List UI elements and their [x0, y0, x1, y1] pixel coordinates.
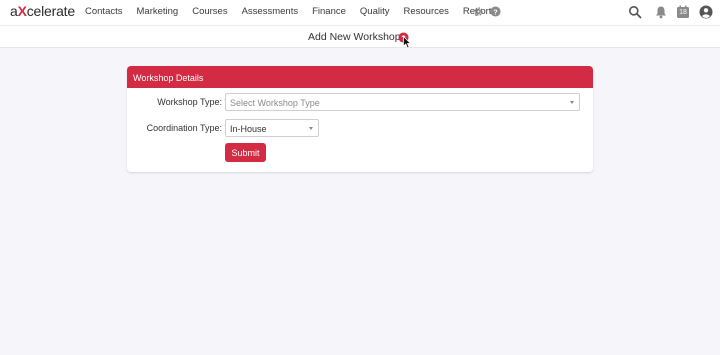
chevron-down-icon	[570, 101, 574, 104]
nav-marketing[interactable]: Marketing	[137, 6, 179, 17]
search-icon[interactable]	[628, 5, 642, 19]
mouse-cursor-icon	[403, 36, 412, 49]
svg-text:?: ?	[493, 7, 498, 16]
coordination-type-value: In-House	[230, 124, 267, 134]
nav-assessments[interactable]: Assessments	[242, 6, 299, 17]
bell-icon[interactable]	[654, 5, 668, 19]
workshop-type-select[interactable]: Select Workshop Type	[225, 93, 580, 111]
workshop-type-placeholder: Select Workshop Type	[230, 98, 320, 108]
main-nav: Contacts Marketing Courses Assessments F…	[85, 6, 510, 17]
nav-finance[interactable]: Finance	[312, 6, 346, 17]
card-header: Workshop Details	[127, 66, 593, 88]
user-avatar-icon[interactable]	[699, 5, 713, 19]
top-navbar: aXcelerate Contacts Marketing Courses As…	[0, 0, 720, 25]
workshop-type-label: Workshop Type: *	[118, 97, 228, 107]
coordination-type-label: Coordination Type: *	[118, 123, 228, 133]
coordination-type-select[interactable]: In-House	[225, 119, 319, 137]
nav-courses[interactable]: Courses	[192, 6, 227, 17]
chevron-down-icon	[309, 127, 313, 130]
page-title: Add New Workshop	[308, 31, 401, 43]
nav-resources[interactable]: Resources	[403, 6, 448, 17]
nav-quality[interactable]: Quality	[360, 6, 390, 17]
app-logo[interactable]: aXcelerate	[10, 3, 75, 19]
calendar-icon[interactable]: 18	[676, 5, 690, 19]
help-icon[interactable]: ?	[490, 6, 501, 17]
submit-button[interactable]: Submit	[225, 143, 266, 162]
nav-contacts[interactable]: Contacts	[85, 6, 123, 17]
calendar-day: 18	[679, 9, 687, 16]
page-header: Add New Workshop ?	[0, 25, 720, 49]
gear-icon[interactable]	[473, 6, 484, 17]
workshop-details-card: Workshop Details Workshop Type: * Select…	[127, 66, 593, 172]
